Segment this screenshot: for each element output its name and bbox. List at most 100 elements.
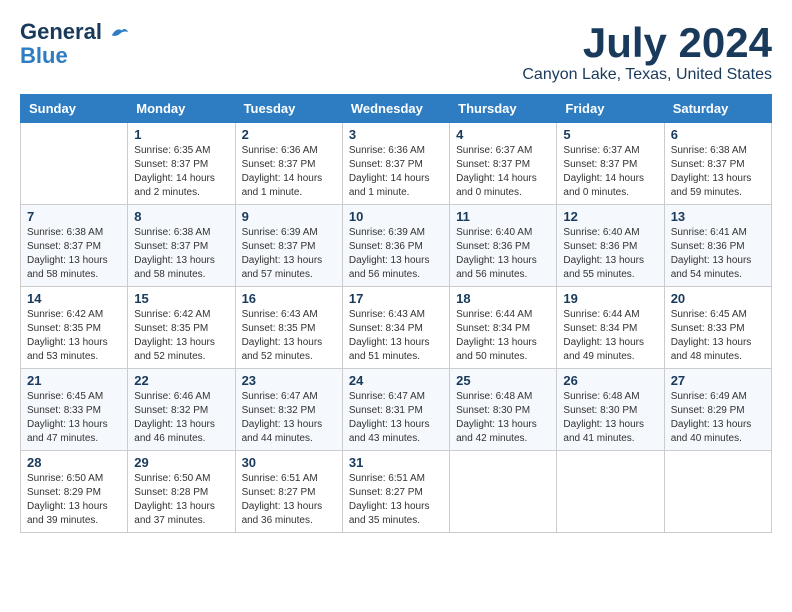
day-info: Sunrise: 6:42 AMSunset: 8:35 PMDaylight:… (27, 309, 108, 362)
calendar-cell-2-4: 18 Sunrise: 6:44 AMSunset: 8:34 PMDaylig… (450, 287, 557, 369)
day-info: Sunrise: 6:40 AMSunset: 8:36 PMDaylight:… (563, 227, 644, 280)
calendar-cell-1-3: 10 Sunrise: 6:39 AMSunset: 8:36 PMDaylig… (342, 205, 449, 287)
day-number: 10 (349, 209, 443, 224)
calendar-cell-2-3: 17 Sunrise: 6:43 AMSunset: 8:34 PMDaylig… (342, 287, 449, 369)
calendar-table: SundayMondayTuesdayWednesdayThursdayFrid… (20, 94, 772, 533)
location-title: Canyon Lake, Texas, United States (522, 66, 772, 84)
title-block: July 2024 Canyon Lake, Texas, United Sta… (522, 20, 772, 84)
calendar-cell-3-4: 25 Sunrise: 6:48 AMSunset: 8:30 PMDaylig… (450, 369, 557, 451)
day-info: Sunrise: 6:51 AMSunset: 8:27 PMDaylight:… (242, 473, 323, 526)
day-info: Sunrise: 6:47 AMSunset: 8:31 PMDaylight:… (349, 391, 430, 444)
day-info: Sunrise: 6:45 AMSunset: 8:33 PMDaylight:… (671, 309, 752, 362)
day-info: Sunrise: 6:39 AMSunset: 8:36 PMDaylight:… (349, 227, 430, 280)
calendar-cell-3-3: 24 Sunrise: 6:47 AMSunset: 8:31 PMDaylig… (342, 369, 449, 451)
day-number: 20 (671, 291, 765, 306)
calendar-cell-4-6 (664, 451, 771, 533)
day-number: 6 (671, 127, 765, 142)
day-number: 11 (456, 209, 550, 224)
weekday-header-monday: Monday (128, 95, 235, 123)
weekday-header-row: SundayMondayTuesdayWednesdayThursdayFrid… (21, 95, 772, 123)
week-row-4: 21 Sunrise: 6:45 AMSunset: 8:33 PMDaylig… (21, 369, 772, 451)
day-info: Sunrise: 6:51 AMSunset: 8:27 PMDaylight:… (349, 473, 430, 526)
calendar-cell-4-1: 29 Sunrise: 6:50 AMSunset: 8:28 PMDaylig… (128, 451, 235, 533)
day-number: 1 (134, 127, 228, 142)
day-info: Sunrise: 6:48 AMSunset: 8:30 PMDaylight:… (563, 391, 644, 444)
calendar-cell-3-6: 27 Sunrise: 6:49 AMSunset: 8:29 PMDaylig… (664, 369, 771, 451)
day-info: Sunrise: 6:47 AMSunset: 8:32 PMDaylight:… (242, 391, 323, 444)
calendar-cell-4-0: 28 Sunrise: 6:50 AMSunset: 8:29 PMDaylig… (21, 451, 128, 533)
day-info: Sunrise: 6:48 AMSunset: 8:30 PMDaylight:… (456, 391, 537, 444)
day-info: Sunrise: 6:35 AMSunset: 8:37 PMDaylight:… (134, 145, 215, 198)
day-number: 13 (671, 209, 765, 224)
weekday-header-friday: Friday (557, 95, 664, 123)
logo-general-text: General (20, 19, 102, 44)
calendar-cell-3-2: 23 Sunrise: 6:47 AMSunset: 8:32 PMDaylig… (235, 369, 342, 451)
calendar-cell-0-3: 3 Sunrise: 6:36 AMSunset: 8:37 PMDayligh… (342, 123, 449, 205)
week-row-5: 28 Sunrise: 6:50 AMSunset: 8:29 PMDaylig… (21, 451, 772, 533)
calendar-cell-4-2: 30 Sunrise: 6:51 AMSunset: 8:27 PMDaylig… (235, 451, 342, 533)
weekday-header-sunday: Sunday (21, 95, 128, 123)
calendar-cell-2-1: 15 Sunrise: 6:42 AMSunset: 8:35 PMDaylig… (128, 287, 235, 369)
day-info: Sunrise: 6:36 AMSunset: 8:37 PMDaylight:… (349, 145, 430, 198)
day-info: Sunrise: 6:49 AMSunset: 8:29 PMDaylight:… (671, 391, 752, 444)
day-info: Sunrise: 6:50 AMSunset: 8:29 PMDaylight:… (27, 473, 108, 526)
day-info: Sunrise: 6:40 AMSunset: 8:36 PMDaylight:… (456, 227, 537, 280)
day-info: Sunrise: 6:43 AMSunset: 8:35 PMDaylight:… (242, 309, 323, 362)
day-number: 8 (134, 209, 228, 224)
calendar-cell-3-0: 21 Sunrise: 6:45 AMSunset: 8:33 PMDaylig… (21, 369, 128, 451)
calendar-cell-1-6: 13 Sunrise: 6:41 AMSunset: 8:36 PMDaylig… (664, 205, 771, 287)
day-number: 4 (456, 127, 550, 142)
day-info: Sunrise: 6:43 AMSunset: 8:34 PMDaylight:… (349, 309, 430, 362)
calendar-cell-1-1: 8 Sunrise: 6:38 AMSunset: 8:37 PMDayligh… (128, 205, 235, 287)
week-row-1: 1 Sunrise: 6:35 AMSunset: 8:37 PMDayligh… (21, 123, 772, 205)
calendar-cell-4-4 (450, 451, 557, 533)
day-number: 30 (242, 455, 336, 470)
weekday-header-wednesday: Wednesday (342, 95, 449, 123)
day-number: 7 (27, 209, 121, 224)
day-info: Sunrise: 6:39 AMSunset: 8:37 PMDaylight:… (242, 227, 323, 280)
day-number: 24 (349, 373, 443, 388)
logo-blue-text: Blue (20, 43, 68, 68)
weekday-header-tuesday: Tuesday (235, 95, 342, 123)
day-number: 28 (27, 455, 121, 470)
day-number: 5 (563, 127, 657, 142)
logo: General Blue (20, 20, 130, 68)
day-info: Sunrise: 6:41 AMSunset: 8:36 PMDaylight:… (671, 227, 752, 280)
calendar-cell-0-4: 4 Sunrise: 6:37 AMSunset: 8:37 PMDayligh… (450, 123, 557, 205)
day-number: 15 (134, 291, 228, 306)
day-info: Sunrise: 6:45 AMSunset: 8:33 PMDaylight:… (27, 391, 108, 444)
day-info: Sunrise: 6:37 AMSunset: 8:37 PMDaylight:… (456, 145, 537, 198)
day-info: Sunrise: 6:37 AMSunset: 8:37 PMDaylight:… (563, 145, 644, 198)
calendar-cell-4-5 (557, 451, 664, 533)
calendar-cell-1-0: 7 Sunrise: 6:38 AMSunset: 8:37 PMDayligh… (21, 205, 128, 287)
calendar-cell-1-4: 11 Sunrise: 6:40 AMSunset: 8:36 PMDaylig… (450, 205, 557, 287)
day-number: 12 (563, 209, 657, 224)
day-info: Sunrise: 6:44 AMSunset: 8:34 PMDaylight:… (563, 309, 644, 362)
calendar-cell-1-5: 12 Sunrise: 6:40 AMSunset: 8:36 PMDaylig… (557, 205, 664, 287)
weekday-header-thursday: Thursday (450, 95, 557, 123)
day-number: 16 (242, 291, 336, 306)
calendar-cell-0-5: 5 Sunrise: 6:37 AMSunset: 8:37 PMDayligh… (557, 123, 664, 205)
calendar-cell-2-5: 19 Sunrise: 6:44 AMSunset: 8:34 PMDaylig… (557, 287, 664, 369)
day-info: Sunrise: 6:44 AMSunset: 8:34 PMDaylight:… (456, 309, 537, 362)
day-number: 26 (563, 373, 657, 388)
calendar-cell-0-1: 1 Sunrise: 6:35 AMSunset: 8:37 PMDayligh… (128, 123, 235, 205)
calendar-cell-0-0 (21, 123, 128, 205)
weekday-header-saturday: Saturday (664, 95, 771, 123)
calendar-cell-2-6: 20 Sunrise: 6:45 AMSunset: 8:33 PMDaylig… (664, 287, 771, 369)
day-number: 3 (349, 127, 443, 142)
day-number: 23 (242, 373, 336, 388)
header: General Blue July 2024 Canyon Lake, Texa… (20, 20, 772, 84)
day-number: 18 (456, 291, 550, 306)
day-number: 19 (563, 291, 657, 306)
calendar-cell-3-1: 22 Sunrise: 6:46 AMSunset: 8:32 PMDaylig… (128, 369, 235, 451)
day-number: 14 (27, 291, 121, 306)
calendar-cell-2-2: 16 Sunrise: 6:43 AMSunset: 8:35 PMDaylig… (235, 287, 342, 369)
day-number: 31 (349, 455, 443, 470)
day-info: Sunrise: 6:36 AMSunset: 8:37 PMDaylight:… (242, 145, 323, 198)
calendar-cell-1-2: 9 Sunrise: 6:39 AMSunset: 8:37 PMDayligh… (235, 205, 342, 287)
day-number: 29 (134, 455, 228, 470)
day-number: 21 (27, 373, 121, 388)
calendar-cell-0-2: 2 Sunrise: 6:36 AMSunset: 8:37 PMDayligh… (235, 123, 342, 205)
week-row-3: 14 Sunrise: 6:42 AMSunset: 8:35 PMDaylig… (21, 287, 772, 369)
